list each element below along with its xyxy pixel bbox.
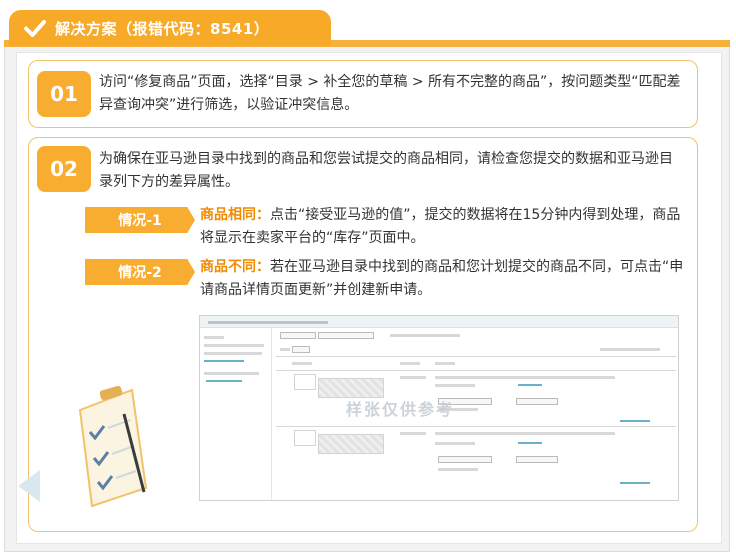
header-title: 解决方案（报错代码：8541） — [55, 19, 270, 38]
watermark: 样张仅供参考 — [346, 400, 455, 419]
case-label-2: 情况-2 — [85, 259, 195, 285]
case-body: 若在亚马逊目录中找到的商品和您计划提交的商品不同，可点击“申请商品详情页面更新”… — [200, 259, 684, 298]
case-body: 点击“接受亚马逊的值”，提交的数据将在15分钟内得到处理，商品将显示在卖家平台的… — [200, 207, 681, 246]
decorative-wedge — [18, 470, 40, 502]
step-text: 访问“修复商品”页面，选择“目录 > 补全您的草稿 > 所有不完整的商品”，按问… — [99, 74, 681, 113]
step-text: 为确保在亚马逊目录中找到的商品和您尝试提交的商品相同，请检查您提交的数据和亚马逊… — [99, 151, 673, 190]
case-label-1: 情况-1 — [85, 207, 195, 233]
case-text-2: 商品不同：若在亚马逊目录中找到的商品和您计划提交的商品不同，可点击“申请商品详情… — [200, 256, 690, 302]
clipboard-icon — [78, 385, 148, 508]
screenshot-banner — [200, 316, 678, 328]
solution-header: 解决方案（报错代码：8541） — [9, 10, 331, 46]
case-highlight: 商品相同： — [200, 207, 270, 223]
step-card-1: 01 访问“修复商品”页面，选择“目录 > 补全您的草稿 > 所有不完整的商品”… — [28, 60, 698, 128]
case-highlight: 商品不同： — [200, 259, 270, 275]
screenshot-sidebar — [200, 328, 272, 500]
step-number: 01 — [37, 71, 91, 117]
check-icon — [24, 20, 46, 37]
case-text-1: 商品相同：点击“接受亚马逊的值”，提交的数据将在15分钟内得到处理，商品将显示在… — [200, 204, 690, 250]
step-number: 02 — [37, 146, 91, 192]
